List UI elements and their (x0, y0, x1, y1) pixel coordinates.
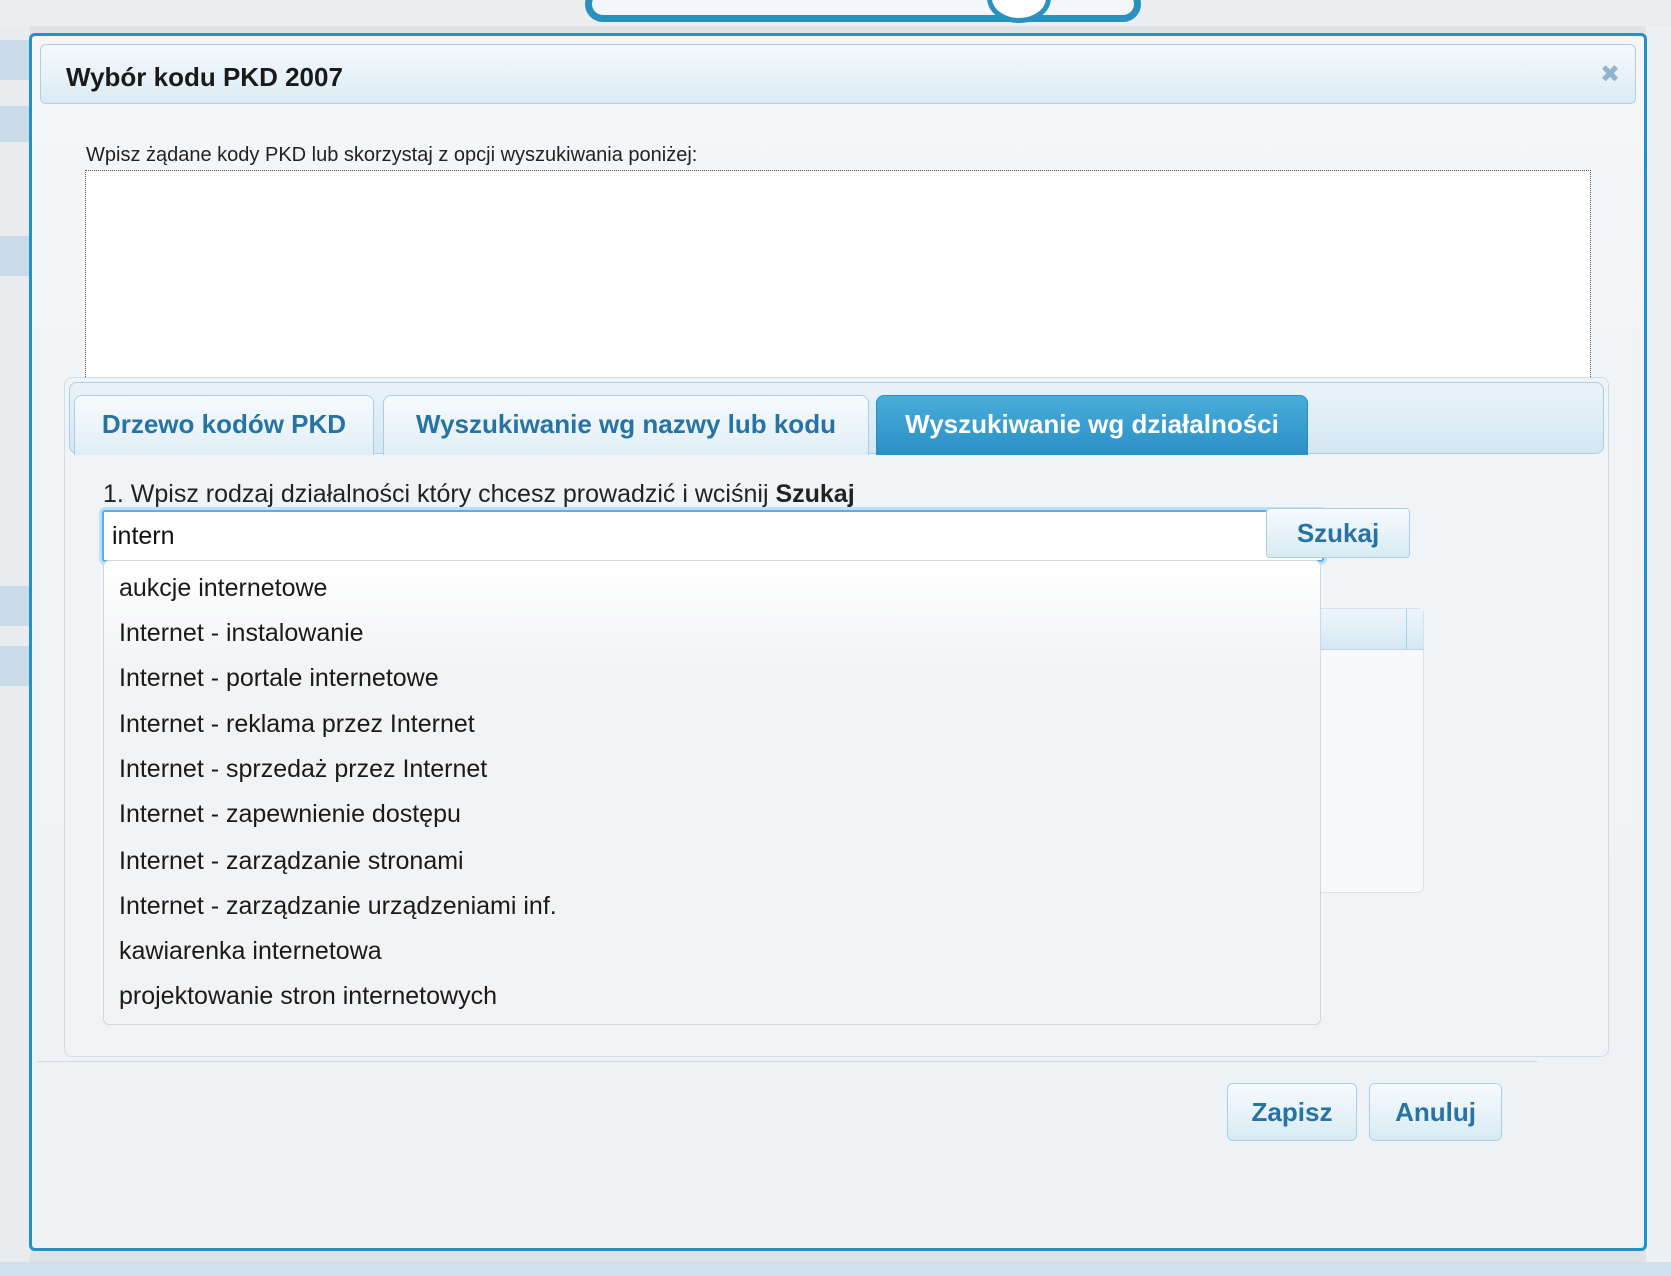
tab-pkd-tree[interactable]: Drzewo kodów PKD (74, 395, 374, 455)
autocomplete-item[interactable]: Internet - zarządzanie stronami (119, 841, 464, 881)
autocomplete-item[interactable]: aukcje internetowe (119, 568, 327, 608)
autocomplete-dropdown: aukcje internetowe Internet - instalowan… (103, 560, 1321, 1025)
autocomplete-item[interactable]: Internet - zarządzanie urządzeniami inf. (119, 886, 557, 926)
step-instruction-bold: Szukaj (775, 480, 855, 508)
close-icon[interactable]: ✖ (1597, 61, 1623, 87)
autocomplete-item[interactable]: Internet - reklama przez Internet (119, 704, 475, 744)
step-instruction-text: 1. Wpisz rodzaj działalności który chces… (103, 480, 776, 508)
save-button[interactable]: Zapisz (1227, 1083, 1357, 1141)
tab-search-by-activity[interactable]: Wyszukiwanie wg działalności (876, 395, 1308, 455)
background-right-edge (1646, 26, 1671, 1276)
autocomplete-item[interactable]: Internet - portale internetowe (119, 658, 439, 698)
background-footer (0, 1262, 1671, 1276)
activity-search-input[interactable] (102, 510, 1324, 562)
autocomplete-item[interactable]: projektowanie stron internetowych (119, 976, 497, 1016)
step-instruction: 1. Wpisz rodzaj działalności który chces… (103, 480, 855, 509)
background-left-edge (0, 26, 30, 1276)
tab-search-by-name[interactable]: Wyszukiwanie wg nazwy lub kodu (383, 395, 869, 455)
background-chip (0, 40, 30, 80)
autocomplete-item[interactable]: Internet - zapewnienie dostępu (119, 794, 461, 834)
pkd-codes-textarea[interactable] (85, 170, 1591, 385)
background-chip (0, 106, 30, 142)
dialog-title: Wybór kodu PKD 2007 (66, 62, 343, 92)
dialog-titlebar: Wybór kodu PKD 2007 ✖ (40, 44, 1636, 104)
cancel-button[interactable]: Anuluj (1369, 1083, 1502, 1141)
background-widget (585, 0, 1141, 23)
background-chip (0, 586, 30, 626)
autocomplete-item[interactable]: Internet - sprzedaż przez Internet (119, 749, 487, 789)
results-column-separator (1406, 609, 1407, 649)
codes-instructions: Wpisz żądane kody PKD lub skorzystaj z o… (86, 144, 698, 166)
autocomplete-item[interactable]: Internet - instalowanie (119, 613, 364, 653)
footer-divider (37, 1061, 1537, 1062)
background-chip (0, 236, 30, 276)
tab-strip: Drzewo kodów PKD Wyszukiwanie wg nazwy l… (69, 382, 1604, 455)
background-widget-knob (987, 0, 1051, 23)
autocomplete-item[interactable]: kawiarenka internetowa (119, 931, 382, 971)
background-chip (0, 646, 30, 686)
search-button[interactable]: Szukaj (1266, 508, 1410, 558)
